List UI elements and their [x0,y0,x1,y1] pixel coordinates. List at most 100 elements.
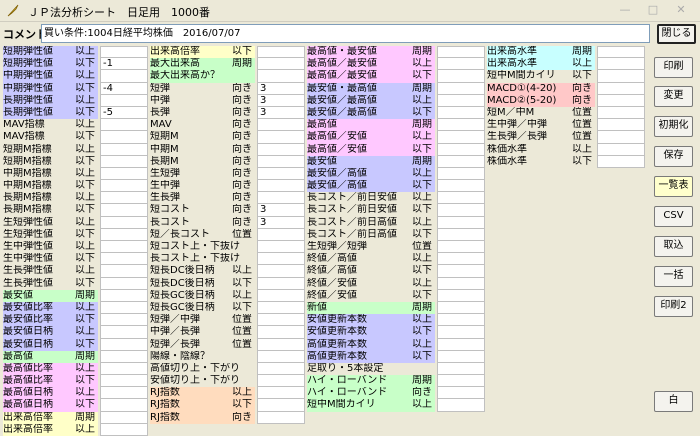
criteria-value-field[interactable] [437,326,485,339]
criteria-value-field[interactable] [597,143,645,156]
criteria-value-field[interactable] [100,155,148,168]
change-button[interactable]: 変更 [654,86,693,107]
criteria-value-field[interactable] [437,155,485,168]
criteria-value-field[interactable] [437,119,485,132]
white-button[interactable]: 白 [654,391,693,412]
criteria-value-field[interactable] [437,362,485,376]
criteria-value-field[interactable] [100,253,148,266]
criteria-value-field[interactable] [437,94,485,107]
criteria-value-field[interactable]: 3 [257,82,305,95]
criteria-value-field[interactable] [257,46,305,59]
minimize-button[interactable]: — [612,2,638,18]
criteria-value-field[interactable] [597,46,645,59]
criteria-value-field[interactable] [257,253,305,266]
print2-button[interactable]: 印刷2 [654,296,693,317]
criteria-value-field[interactable] [437,70,485,83]
criteria-value-field[interactable] [100,289,148,302]
criteria-value-field[interactable] [437,241,485,254]
criteria-value-field[interactable] [437,143,485,156]
criteria-value-field[interactable] [597,106,645,120]
criteria-value-field[interactable] [597,119,645,132]
criteria-value-field[interactable] [437,46,485,59]
criteria-value-field[interactable] [437,399,485,412]
criteria-value-field[interactable] [257,338,305,351]
criteria-value-field[interactable] [257,362,305,376]
criteria-value-field[interactable] [597,70,645,83]
close-window-button[interactable]: ✕ [668,2,694,18]
criteria-value-field[interactable] [100,375,148,388]
criteria-value-field[interactable] [437,338,485,351]
criteria-value-field[interactable] [437,82,485,95]
csv-button[interactable]: CSV [654,206,693,227]
criteria-value-field[interactable] [437,204,485,217]
import-button[interactable]: 取込 [654,236,693,257]
criteria-value-field[interactable] [257,58,305,71]
criteria-value-field[interactable] [257,387,305,400]
criteria-value-field[interactable] [597,58,645,71]
criteria-value-field[interactable] [100,338,148,351]
criteria-value-field[interactable] [100,399,148,412]
criteria-value-field[interactable] [100,301,148,315]
criteria-value-field[interactable] [100,192,148,205]
criteria-value-field[interactable] [100,167,148,181]
criteria-value-field[interactable] [257,350,305,363]
criteria-value-field[interactable] [437,375,485,388]
criteria-value-field[interactable] [597,82,645,95]
batch-button[interactable]: 一括 [654,266,693,287]
criteria-value-field[interactable] [437,228,485,241]
criteria-value-field[interactable] [437,387,485,400]
criteria-value-field[interactable] [100,241,148,254]
criteria-value-field[interactable] [100,94,148,107]
criteria-value-field[interactable] [100,180,148,193]
criteria-value-field[interactable] [257,70,305,83]
criteria-value-field[interactable] [257,167,305,181]
list-button[interactable]: 一覧表 [654,176,693,197]
criteria-value-field[interactable] [257,411,305,424]
criteria-value-field[interactable] [100,423,148,436]
criteria-value-field[interactable] [100,131,148,144]
criteria-value-field[interactable] [257,192,305,205]
criteria-value-field[interactable]: 3 [257,106,305,120]
criteria-value-field[interactable] [100,143,148,156]
criteria-value-field[interactable] [257,143,305,156]
criteria-value-field[interactable] [597,131,645,144]
criteria-value-field[interactable] [100,277,148,290]
criteria-value-field[interactable] [257,399,305,412]
criteria-value-field[interactable] [437,106,485,120]
criteria-value-field[interactable] [100,46,148,59]
criteria-value-field[interactable] [437,131,485,144]
criteria-value-field[interactable] [597,94,645,107]
criteria-value-field[interactable] [257,180,305,193]
criteria-value-field[interactable] [437,301,485,315]
criteria-value-field[interactable] [100,119,148,132]
criteria-value-field[interactable] [257,277,305,290]
comment-input[interactable]: 買い条件:1004日経平均株価 2016/07/07 [41,24,650,43]
criteria-value-field[interactable] [257,119,305,132]
criteria-value-field[interactable]: 3 [257,204,305,217]
criteria-value-field[interactable] [100,314,148,327]
criteria-value-field[interactable] [437,350,485,363]
criteria-value-field[interactable] [100,411,148,424]
criteria-value-field[interactable] [257,375,305,388]
criteria-value-field[interactable] [257,289,305,302]
criteria-value-field[interactable] [437,216,485,229]
criteria-value-field[interactable] [437,192,485,205]
criteria-value-field[interactable] [100,350,148,363]
criteria-value-field[interactable] [100,265,148,278]
criteria-value-field[interactable]: 3 [257,216,305,229]
criteria-value-field[interactable] [437,58,485,71]
criteria-value-field[interactable] [597,155,645,168]
criteria-value-field[interactable] [257,241,305,254]
criteria-value-field[interactable]: -5 [100,106,148,120]
criteria-value-field[interactable] [100,204,148,217]
criteria-value-field[interactable]: -1 [100,58,148,71]
criteria-value-field[interactable] [100,70,148,83]
criteria-value-field[interactable] [100,326,148,339]
criteria-value-field[interactable] [100,362,148,376]
criteria-value-field[interactable]: -4 [100,82,148,95]
criteria-value-field[interactable] [437,180,485,193]
criteria-value-field[interactable] [437,289,485,302]
close-button[interactable]: 閉じる [657,24,696,44]
criteria-value-field[interactable]: 3 [257,94,305,107]
criteria-value-field[interactable] [437,167,485,181]
